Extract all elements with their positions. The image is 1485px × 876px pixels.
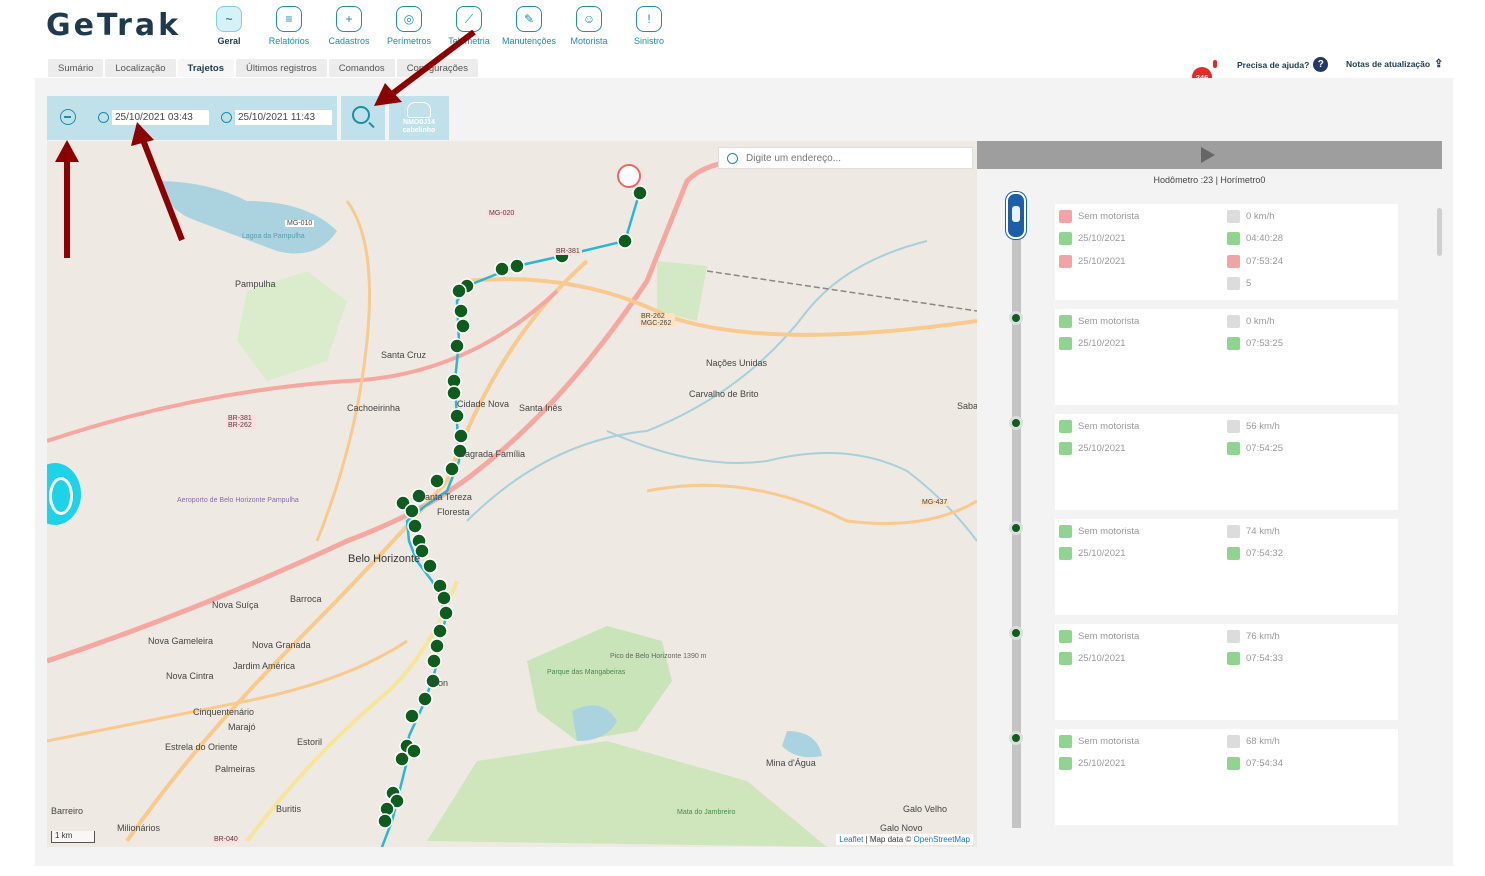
annotation-arrow [140, 138, 185, 242]
annotation-arrows [55, 29, 476, 258]
annotation-arrow [390, 29, 476, 97]
annotation-arrowhead [131, 122, 154, 146]
annotation-arrowhead [55, 140, 79, 162]
